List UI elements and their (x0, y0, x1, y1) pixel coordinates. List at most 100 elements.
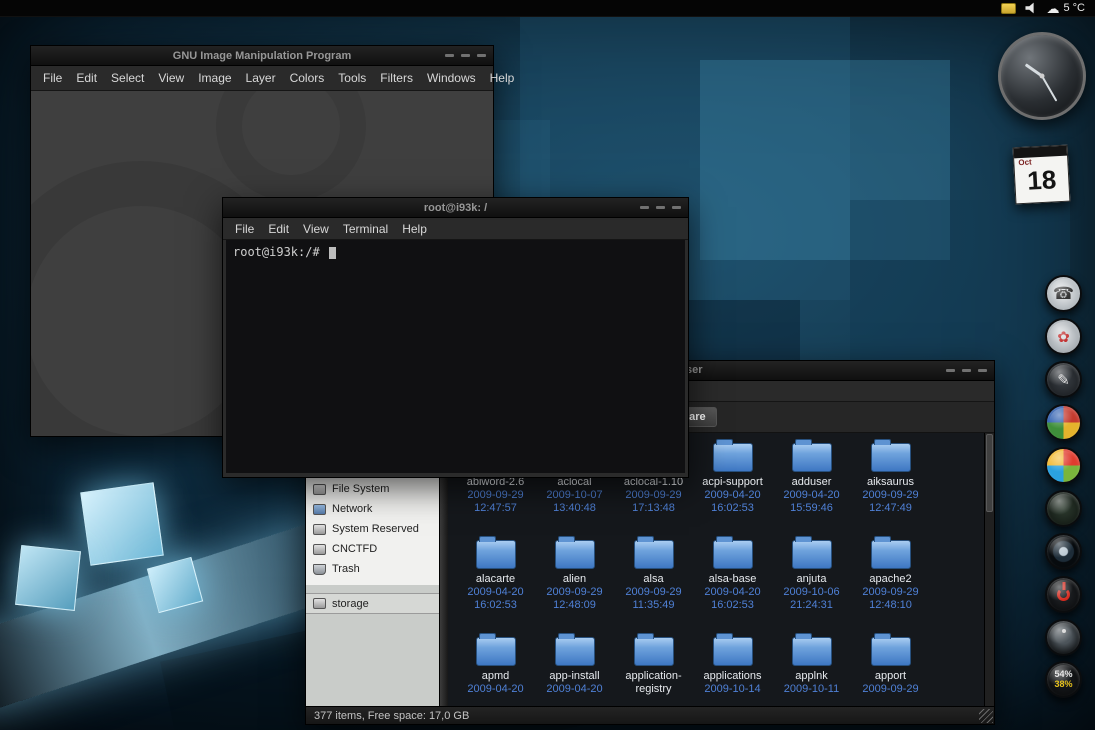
notes-tray-icon[interactable] (1001, 3, 1016, 14)
folder-icon (871, 540, 911, 569)
folder-date: 2009-09-29 (614, 489, 693, 502)
terminal-menu-edit[interactable]: Edit (262, 220, 295, 238)
folder-item[interactable]: alsa-base2009-04-2016:02:53 (693, 540, 772, 637)
terminal-menu-help[interactable]: Help (396, 220, 433, 238)
dock-icon-phone[interactable]: ☎ (1045, 275, 1082, 312)
drive-icon (313, 598, 326, 609)
maximize-button[interactable] (656, 206, 665, 209)
maximize-button[interactable] (962, 369, 971, 372)
status-text: 377 items, Free space: 17,0 GB (314, 710, 469, 722)
dock-icon-volume-knob[interactable] (1045, 619, 1082, 656)
folder-item[interactable]: applications2009-10-14 (693, 637, 772, 706)
scrollbar-thumb[interactable] (986, 434, 993, 512)
folder-time: 21:24:31 (772, 599, 851, 612)
folder-icon (792, 540, 832, 569)
sidebar-item-label: Trash (332, 563, 360, 575)
vertical-scrollbar[interactable] (984, 433, 994, 706)
folder-time: 13:40:48 (535, 502, 614, 515)
gimp-menu-filters[interactable]: Filters (374, 69, 419, 87)
folder-item[interactable]: anjuta2009-10-0621:24:31 (772, 540, 851, 637)
volume-icon[interactable] (1025, 2, 1037, 14)
close-button[interactable] (477, 54, 486, 57)
folder-date: 2009-10-07 (535, 489, 614, 502)
folder-icon (476, 540, 516, 569)
gimp-menu-layer[interactable]: Layer (240, 69, 282, 87)
folder-item[interactable]: application-registry (614, 637, 693, 706)
dock-icon-archive[interactable] (1045, 490, 1082, 527)
sidebar-item-label: File System (332, 483, 389, 495)
sidebar-item-label: CNCTFD (332, 543, 377, 555)
dock-icon-package-manager[interactable] (1045, 404, 1082, 441)
gimp-menu-edit[interactable]: Edit (70, 69, 103, 87)
gimp-menu-select[interactable]: Select (105, 69, 150, 87)
folder-time: 11:35:49 (614, 599, 693, 612)
terminal-prompt: root@i93k:/# (233, 245, 320, 259)
folder-icon (476, 637, 516, 666)
dock-icon-battery-monitor[interactable]: 54% 38% (1045, 661, 1082, 698)
folder-icon (871, 637, 911, 666)
folder-item[interactable]: app-install2009-04-20 (535, 637, 614, 706)
gimp-menu-colors[interactable]: Colors (284, 69, 331, 87)
folder-item[interactable]: adduser2009-04-2015:59:46 (772, 443, 851, 540)
folder-date: 2009-10-11 (772, 683, 851, 696)
drive-icon (313, 524, 326, 535)
gimp-titlebar[interactable]: GNU Image Manipulation Program (31, 46, 493, 66)
folder-name: apmd (456, 670, 535, 683)
gimp-menu-windows[interactable]: Windows (421, 69, 482, 87)
close-button[interactable] (978, 369, 987, 372)
folder-name: aclocal-1.10 (614, 476, 693, 489)
maximize-button[interactable] (461, 54, 470, 57)
folder-name: aiksaurus (851, 476, 930, 489)
folder-item[interactable]: applnk2009-10-11 (772, 637, 851, 706)
gimp-menu-view[interactable]: View (152, 69, 190, 87)
calendar-day: 18 (1015, 165, 1069, 196)
dock-icon-windows-apps[interactable] (1045, 447, 1082, 484)
sidebar-item-network[interactable]: Network (306, 499, 439, 519)
folder-icon (871, 443, 911, 472)
dock-icon-camera[interactable] (1045, 533, 1082, 570)
folder-item[interactable]: apache22009-09-2912:48:10 (851, 540, 930, 637)
folder-icon (555, 637, 595, 666)
folder-name: alacarte (456, 573, 535, 586)
folder-item[interactable]: apmd2009-04-20 (456, 637, 535, 706)
dock-icon-gallery[interactable]: ✿ (1045, 318, 1082, 355)
close-button[interactable] (672, 206, 681, 209)
battery-percent-bottom: 38% (1054, 680, 1072, 690)
folder-item[interactable]: apport2009-09-29 (851, 637, 930, 706)
power-icon-bar (1062, 582, 1065, 590)
folder-item[interactable]: alsa2009-09-2911:35:49 (614, 540, 693, 637)
dock-icon-paint[interactable]: ✎ (1045, 361, 1082, 398)
sidebar-item-file-system[interactable]: File System (306, 479, 439, 499)
folder-name: applications (693, 670, 772, 683)
folder-time: 15:59:46 (772, 502, 851, 515)
folder-item[interactable]: acpi-support2009-04-2016:02:53 (693, 443, 772, 540)
sidebar-item-system-reserved[interactable]: System Reserved (306, 519, 439, 539)
terminal-menu-terminal[interactable]: Terminal (337, 220, 394, 238)
gimp-menu-tools[interactable]: Tools (332, 69, 372, 87)
terminal-menu-file[interactable]: File (229, 220, 260, 238)
gimp-menu-file[interactable]: File (37, 69, 68, 87)
minimize-button[interactable] (445, 54, 454, 57)
folder-item[interactable]: alien2009-09-2912:48:09 (535, 540, 614, 637)
terminal-titlebar[interactable]: root@i93k: / (223, 198, 688, 218)
sidebar-item-storage[interactable]: storage (306, 593, 439, 614)
dock-icon-power[interactable] (1045, 576, 1082, 613)
folder-icon (792, 637, 832, 666)
cloud-icon: ☁ (1046, 2, 1059, 15)
weather-applet[interactable]: ☁ 5 °C (1046, 2, 1085, 15)
folder-item[interactable]: alacarte2009-04-2016:02:53 (456, 540, 535, 637)
resize-grip[interactable] (979, 709, 993, 723)
sidebar-item-label: System Reserved (332, 523, 419, 535)
minimize-button[interactable] (946, 369, 955, 372)
wallpaper-cube (80, 482, 164, 566)
terminal-menu-view[interactable]: View (297, 220, 335, 238)
gimp-menu-image[interactable]: Image (192, 69, 237, 87)
folder-date: 2009-04-20 (772, 489, 851, 502)
sidebar-item-trash[interactable]: Trash (306, 559, 439, 579)
desktop[interactable]: GNU Image Manipulation Program File Edit… (0, 0, 1095, 730)
minimize-button[interactable] (640, 206, 649, 209)
folder-item[interactable]: aiksaurus2009-09-2912:47:49 (851, 443, 930, 540)
gimp-menu-help[interactable]: Help (484, 69, 521, 87)
terminal-content[interactable]: root@i93k:/# (226, 240, 685, 473)
sidebar-item-cnctfd[interactable]: CNCTFD (306, 539, 439, 559)
